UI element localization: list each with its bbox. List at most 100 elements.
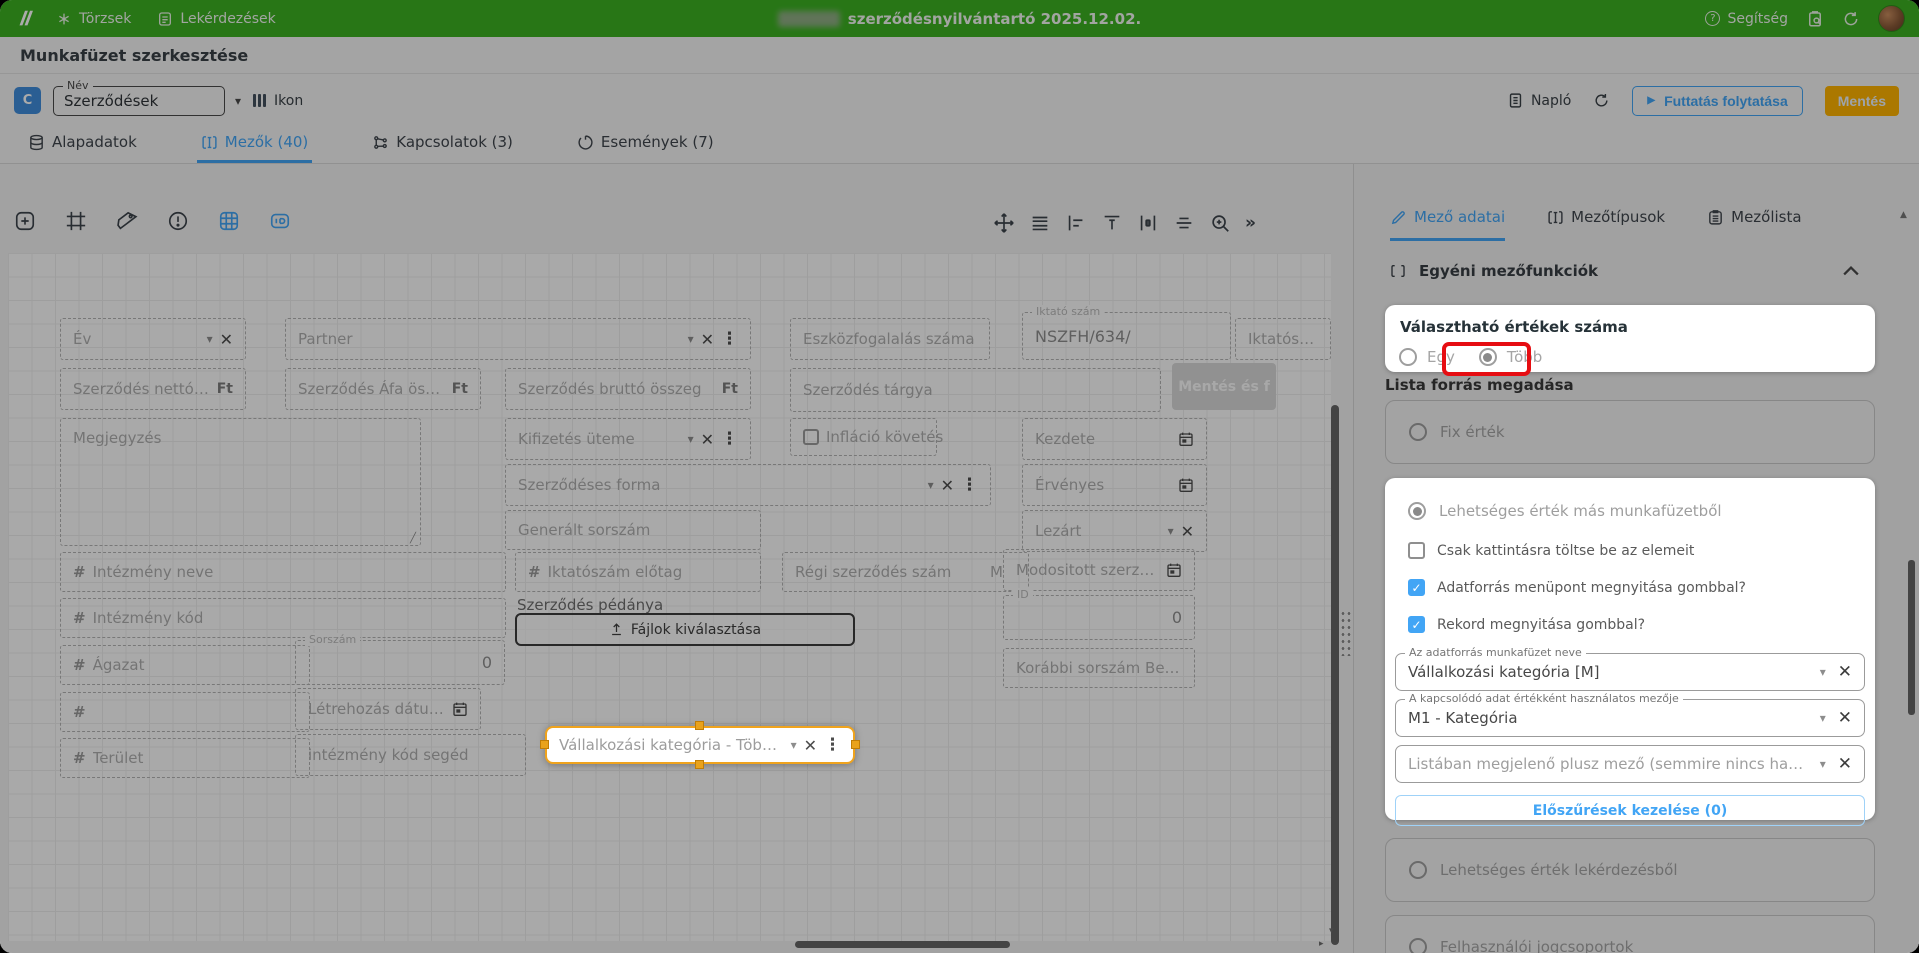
canvas-field[interactable]: Kifizetés üteme▾✕⋮ [505, 418, 751, 460]
dropdown-arrow-icon[interactable]: ▾ [688, 332, 694, 346]
panel-resize-handle[interactable] [1340, 610, 1352, 656]
panel-tab-mezotipusok[interactable]: Mezőtípusok [1547, 208, 1665, 241]
move-icon[interactable] [993, 212, 1015, 234]
canvas-field[interactable]: Szerződés nettó összegFt [60, 368, 246, 410]
dropdown-arrow-icon[interactable]: ▾ [688, 432, 694, 446]
radio-query-source[interactable] [1409, 861, 1427, 879]
canvas-field[interactable]: Partner▾✕⋮ [285, 318, 751, 360]
checkbox-lazy-load[interactable] [1408, 542, 1425, 559]
dropdown-arrow-icon[interactable]: ▾ [207, 332, 213, 346]
prefilter-button[interactable]: Előszűrések kezelése (0) [1395, 795, 1865, 826]
selection-handle[interactable] [695, 721, 704, 730]
card-jogcsoportok[interactable]: Felhasználói jogcsoportok [1385, 915, 1875, 953]
select-extra-field[interactable]: Listában megjelenő plusz mező (semmire n… [1395, 745, 1865, 783]
frame-icon[interactable] [65, 210, 87, 232]
canvas-field[interactable]: Szerződés Áfa összegFt [285, 368, 481, 410]
canvas-field[interactable]: Érvényes [1022, 464, 1207, 506]
columns-icon[interactable] [253, 94, 266, 107]
panel-scrollbar[interactable] [1908, 560, 1915, 715]
radio-fix-ertek[interactable] [1409, 423, 1427, 441]
menu-lekerdezesek[interactable]: Lekérdezések [157, 11, 275, 27]
clipboard-search-icon[interactable] [1806, 10, 1824, 28]
menu-torzsek[interactable]: Törzsek [56, 11, 131, 27]
workbook-name-input[interactable]: Név Szerződések [53, 86, 225, 116]
radio-user-groups[interactable] [1409, 938, 1427, 953]
clear-icon[interactable]: ✕ [1838, 754, 1852, 774]
tab-esemenyek[interactable]: Események (7) [573, 126, 718, 163]
canvas-field[interactable]: Szerződéses forma▾✕⋮ [505, 464, 991, 506]
canvas-field[interactable]: Korábbi sorszám Beíra... [1003, 648, 1195, 688]
tag-icon[interactable] [116, 210, 138, 232]
kebab-menu-icon[interactable]: ⋮ [721, 429, 738, 449]
dropdown-arrow-icon[interactable]: ▾ [1820, 757, 1826, 771]
canvas-field[interactable]: Eszközfogalalás száma [790, 318, 990, 360]
radio-egy[interactable] [1399, 348, 1417, 366]
save-button[interactable]: Mentés [1825, 86, 1899, 116]
clear-icon[interactable]: ✕ [701, 330, 714, 349]
canvas-field[interactable]: #Terület [60, 738, 310, 778]
file-select-button[interactable]: Fájlok kiválasztása [515, 613, 855, 646]
run-continue-button[interactable]: ▶ Futtatás folytatása [1632, 86, 1802, 116]
card-lekerdezes-forras[interactable]: Lehetséges érték lekérdezésből [1385, 838, 1875, 902]
canvas-field[interactable]: Megjegyzés╱ [60, 418, 421, 546]
rows-icon[interactable] [1029, 212, 1051, 234]
avatar[interactable] [1878, 5, 1905, 32]
tab-alapadatok[interactable]: Alapadatok [24, 126, 141, 163]
panel-tab-mezolista[interactable]: Mezőlista [1707, 208, 1801, 241]
canvas-field[interactable]: Iktatószám [1235, 318, 1331, 360]
distribute-horizontal-icon[interactable] [1137, 212, 1159, 234]
kebab-menu-icon[interactable]: ⋮ [721, 329, 738, 349]
tab-mezok[interactable]: Mezők (40) [197, 126, 312, 163]
resize-handle[interactable]: ╱ [410, 533, 416, 544]
canvas-field[interactable]: # [60, 692, 310, 732]
radio-row-workbook[interactable]: Lehetséges érték más munkafüzetből [1385, 478, 1875, 542]
canvas-field[interactable]: #Intézmény neve [60, 552, 506, 592]
canvas-field[interactable]: Generált sorszám [505, 510, 761, 550]
align-top-icon[interactable] [1101, 212, 1123, 234]
section-egyeni-mezofunkciok[interactable]: Egyéni mezőfunkciók [1390, 262, 1859, 280]
collapse-chevron-icon[interactable] [1843, 263, 1859, 279]
kebab-menu-icon[interactable]: ⋮ [961, 475, 978, 495]
canvas-field[interactable]: ID0 [1003, 595, 1195, 640]
clear-icon[interactable]: ✕ [1838, 708, 1852, 728]
align-middle-icon[interactable] [1173, 212, 1195, 234]
canvas-field[interactable]: Modositott szerzodes [1003, 549, 1195, 591]
radio-workbook-source[interactable] [1408, 502, 1426, 520]
refresh-icon[interactable] [1842, 10, 1860, 28]
dropdown-arrow-icon[interactable]: ▾ [1820, 665, 1826, 679]
canvas-field[interactable]: #Intézmény kód [60, 598, 506, 638]
checkbox-open-source[interactable]: ✓ [1408, 579, 1425, 596]
canvas-field[interactable]: Szerződés bruttó összegFt [505, 368, 751, 410]
selection-handle[interactable] [540, 740, 549, 749]
checkbox-row-lazy-load[interactable]: Csak kattintásra töltse be az elemeit [1408, 542, 1875, 559]
checkbox-open-record[interactable]: ✓ [1408, 616, 1425, 633]
canvas-field[interactable]: Lezárt▾✕ [1022, 510, 1207, 552]
canvas-field[interactable]: Szerződés tárgya [790, 368, 1161, 412]
id-badge-icon[interactable] [269, 210, 291, 232]
canvas-field-selected[interactable]: Vállalkozási kategória - Többki...▾✕⋮ [545, 726, 855, 764]
dropdown-arrow-icon[interactable]: ▾ [928, 478, 934, 492]
clear-icon[interactable]: ✕ [220, 330, 233, 349]
scroll-right-arrow-icon[interactable]: ▸ [1319, 939, 1324, 949]
canvas-field[interactable]: Kezdete [1022, 418, 1207, 460]
panel-scroll-up-icon[interactable]: ▲ [1900, 210, 1907, 220]
checkbox-row-open-record[interactable]: ✓ Rekord megnyitása gombbal? [1408, 616, 1875, 633]
canvas-field[interactable]: Iktató számNSZFH/634/ [1022, 312, 1231, 360]
checkbox-row-open-source[interactable]: ✓ Adatforrás menüpont megnyitása gombbal… [1408, 579, 1875, 596]
add-field-icon[interactable] [14, 210, 36, 232]
canvas-field[interactable]: Létrehozás dátuma [295, 688, 481, 730]
canvas-vertical-scrollbar[interactable] [1331, 405, 1339, 945]
clear-icon[interactable]: ✕ [804, 736, 817, 755]
brand-logo-icon[interactable] [14, 8, 36, 30]
clear-icon[interactable]: ✕ [1838, 662, 1852, 682]
align-left-icon[interactable] [1065, 212, 1087, 234]
tab-kapcsolatok[interactable]: Kapcsolatok (3) [368, 126, 517, 163]
kebab-menu-icon[interactable]: ⋮ [824, 735, 841, 755]
canvas-field[interactable]: Év▾✕ [60, 318, 246, 360]
canvas-field[interactable]: Sorszám0 [295, 640, 505, 685]
select-datasource-workbook[interactable]: Az adatforrás munkafüzet neve Vállalkozá… [1395, 653, 1865, 691]
chevron-down-icon[interactable]: ▾ [235, 94, 241, 108]
canvas-field[interactable]: Mentés és f [1172, 363, 1276, 410]
select-value-field[interactable]: A kapcsolódó adat értékként használatos … [1395, 699, 1865, 737]
scroll-down-arrow-icon[interactable]: ▾ [1329, 926, 1334, 936]
